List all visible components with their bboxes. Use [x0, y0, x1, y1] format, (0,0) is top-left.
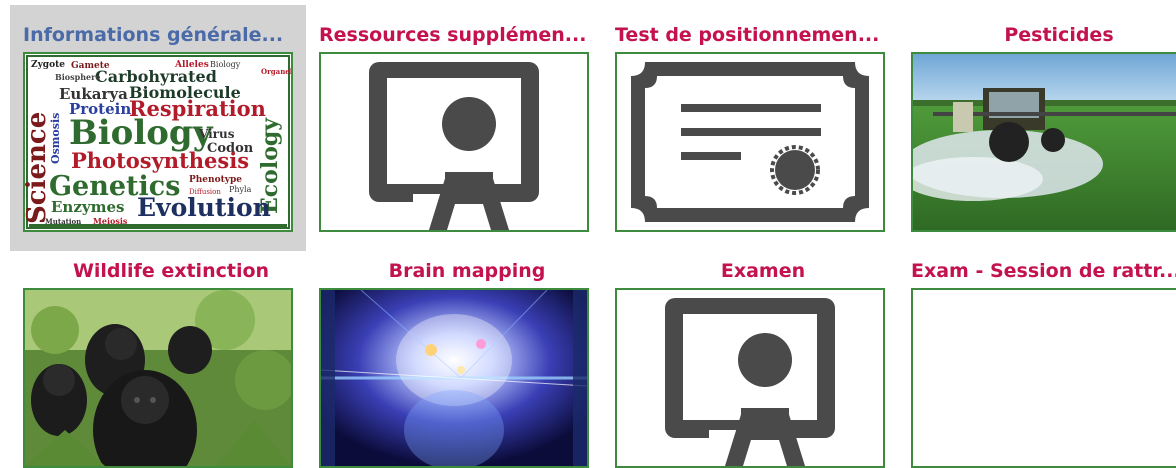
tile-title[interactable]: Examen [615, 254, 911, 288]
tile-title[interactable]: Exam - Session de rattr... [911, 254, 1176, 288]
course-tile-brain-mapping[interactable]: Brain mapping [319, 254, 615, 468]
word-cloud-word: Virus [198, 127, 235, 141]
word-cloud-word: Alleles [174, 60, 209, 70]
presentation-user-icon [665, 298, 835, 466]
tile-image[interactable] [615, 288, 885, 468]
tile-title[interactable]: Ressources supplémen... [319, 18, 615, 52]
tile-image[interactable] [319, 288, 589, 468]
word-cloud-word: Biosphere [55, 72, 100, 82]
course-tile-exam-session-rattrapage[interactable]: Exam - Session de rattr... [911, 254, 1176, 468]
word-cloud-word: Phenotype [189, 175, 242, 185]
course-tile-examen[interactable]: Examen [615, 254, 911, 468]
presentation-user-icon [369, 62, 539, 230]
course-tile-informations-generales[interactable]: Informations générale... Zygote Gamete C… [10, 5, 319, 251]
word-cloud-word: Biology [210, 60, 241, 69]
tractor-spraying-field-photo [913, 54, 1176, 230]
tile-image[interactable] [23, 288, 293, 468]
biology-word-cloud-image[interactable]: Zygote Gamete Carbohyrated Biosphere All… [23, 52, 293, 232]
tile-image-blank[interactable] [911, 288, 1176, 468]
word-cloud-word: Photosynthesis [71, 148, 249, 173]
gorillas-photo [25, 290, 291, 466]
tile-title[interactable]: Test de positionnemen... [615, 18, 911, 52]
tile-image[interactable] [911, 52, 1176, 232]
word-cloud-word: Organel [261, 67, 291, 76]
tile-title[interactable]: Informations générale... [23, 18, 319, 52]
word-cloud-word: Enzymes [51, 198, 124, 216]
word-cloud-word: Zygote [31, 60, 65, 70]
course-tile-test-positionnement[interactable]: Test de positionnemen... [615, 18, 911, 232]
word-cloud-word: Evolution [137, 193, 271, 222]
course-tile-pesticides[interactable]: Pesticides [911, 18, 1176, 232]
tile-image[interactable] [615, 52, 885, 232]
course-tile-ressources-supplementaires[interactable]: Ressources supplémen... [319, 18, 615, 232]
word-cloud-graphic: Zygote Gamete Carbohyrated Biosphere All… [25, 54, 291, 230]
certificate-icon [631, 62, 869, 222]
word-cloud-word: Science [25, 112, 52, 224]
tile-title[interactable]: Brain mapping [319, 254, 615, 288]
digital-brain-photo [321, 290, 587, 466]
course-tile-wildlife-extinction[interactable]: Wildlife extinction [23, 254, 319, 468]
tile-title[interactable]: Pesticides [911, 18, 1176, 52]
word-cloud-word: Osmosis [49, 113, 62, 164]
tile-title[interactable]: Wildlife extinction [23, 254, 319, 288]
tile-image[interactable] [319, 52, 589, 232]
word-cloud-word: Biology [69, 113, 214, 153]
